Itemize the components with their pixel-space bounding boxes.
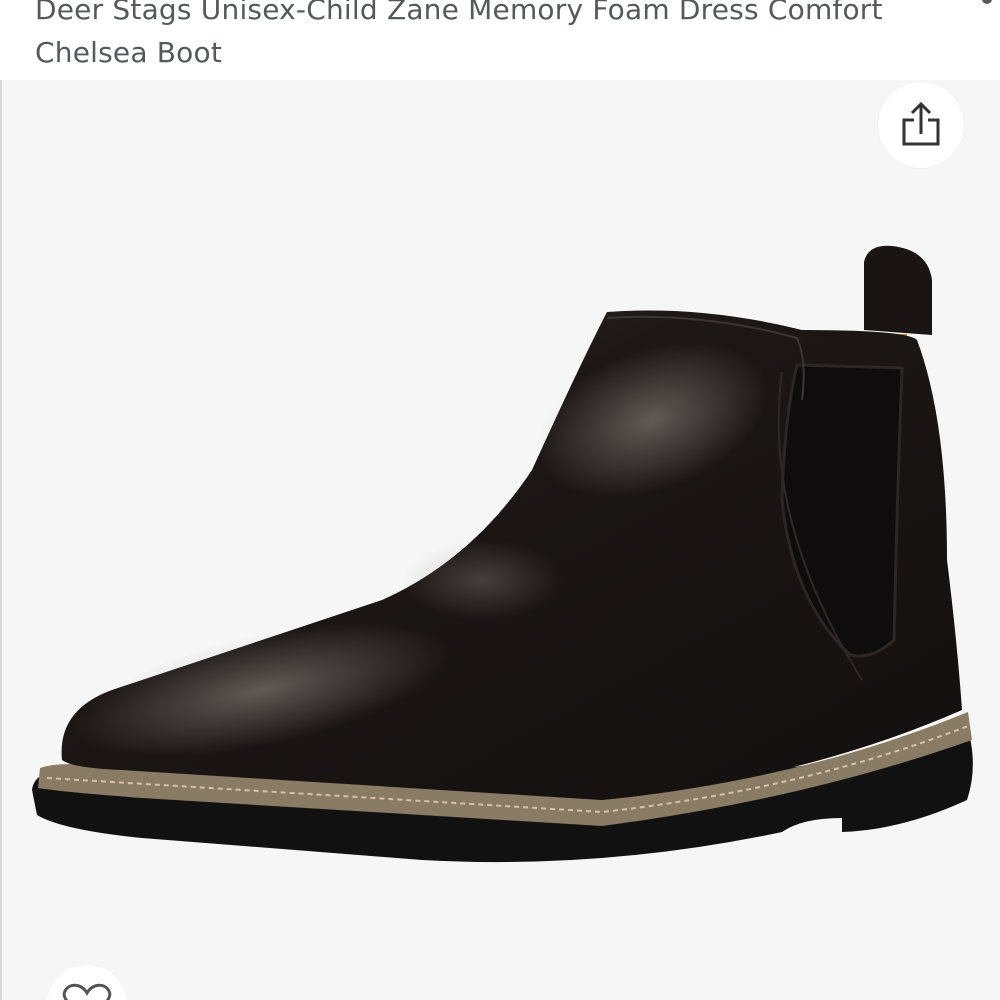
title-bar: Deer Stags Unisex-Child Zane Memory Foam… — [0, 0, 1000, 80]
product-image-chelsea-boot — [32, 245, 973, 863]
product-title: Deer Stags Unisex-Child Zane Memory Foam… — [35, 0, 883, 69]
overflow-menu-dot[interactable] — [982, 0, 992, 4]
boot-pull-tab — [864, 245, 932, 335]
share-icon — [902, 101, 940, 146]
product-page: Deer Stags Unisex-Child Zane Memory Foam… — [0, 0, 1000, 1000]
heart-icon — [62, 983, 112, 1000]
share-button[interactable] — [878, 82, 964, 168]
wishlist-button[interactable] — [47, 965, 127, 1000]
product-image-gallery[interactable] — [0, 80, 1000, 1000]
